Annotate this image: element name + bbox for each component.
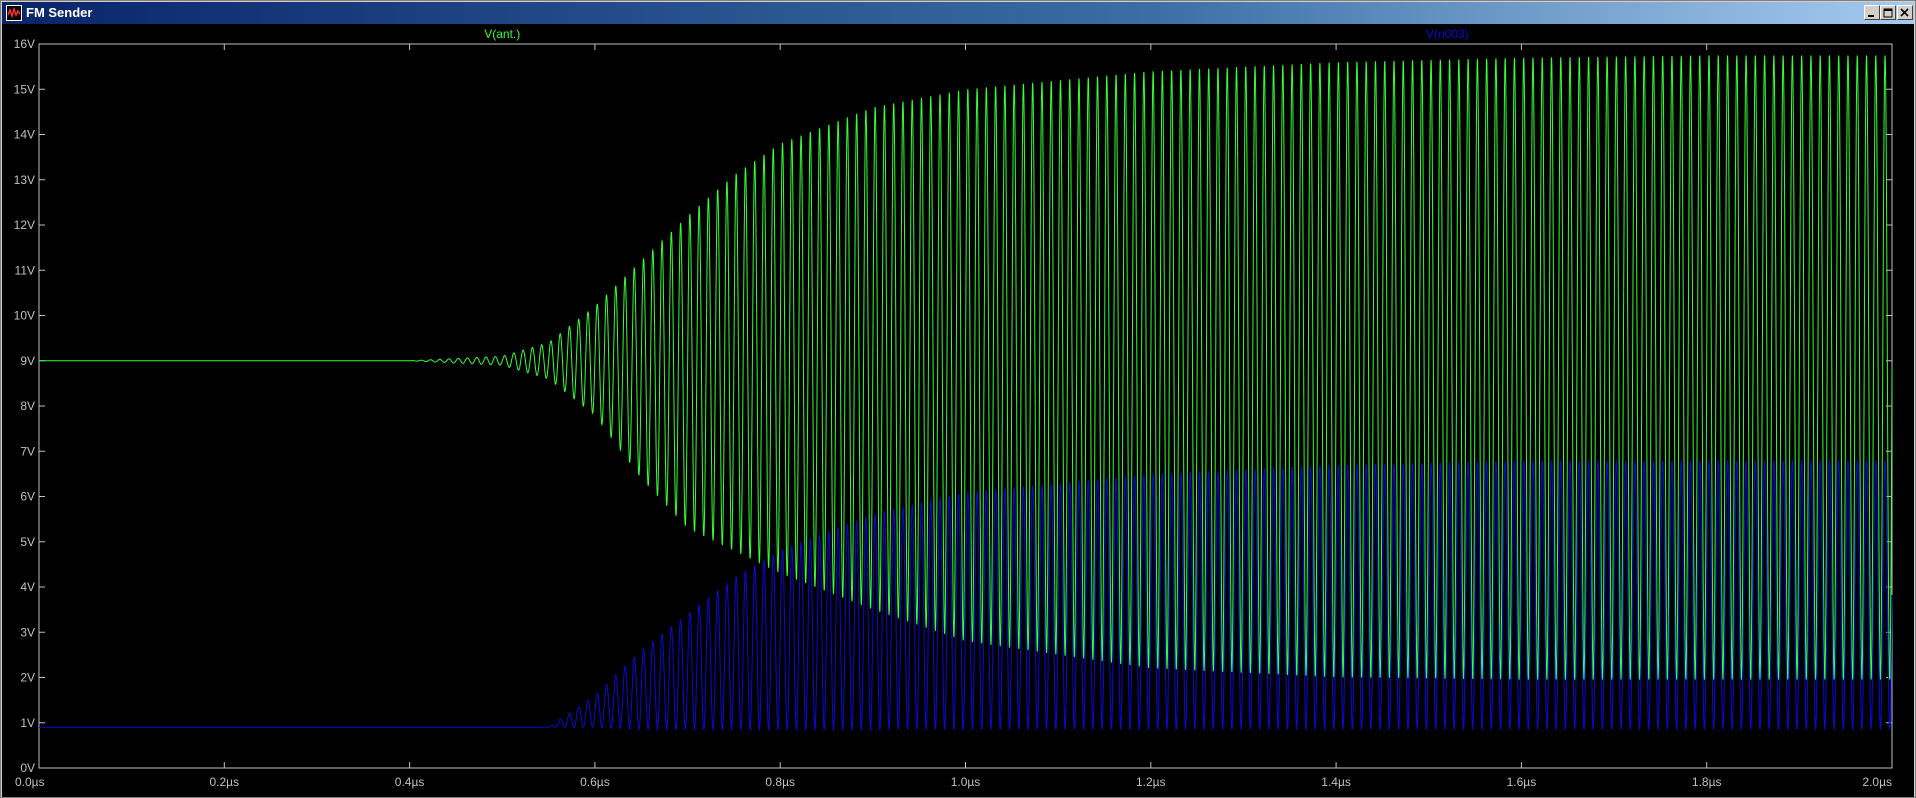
y-tick-label: 13V xyxy=(14,173,35,187)
x-tick-label: 0.8µs xyxy=(765,775,795,789)
y-tick-label: 5V xyxy=(20,535,35,549)
app-window: FM Sender 0V 1V 2V 3V 4V 5V 6V 7V 8V 9V 10V 11V 12V 1… xyxy=(0,0,1916,798)
waveform-app-icon xyxy=(6,5,22,21)
y-tick-label: 8V xyxy=(20,399,35,413)
x-tick-label: 1.4µs xyxy=(1321,775,1351,789)
x-tick-label: 0.0µs xyxy=(15,775,45,789)
close-icon xyxy=(1900,8,1909,17)
y-tick-label: 12V xyxy=(14,218,35,232)
x-tick-label: 1.2µs xyxy=(1136,775,1166,789)
x-tick-label: 2.0µs xyxy=(1862,775,1892,789)
x-tick-label: 1.0µs xyxy=(951,775,981,789)
minimize-icon xyxy=(1868,15,1874,17)
maximize-icon xyxy=(1883,8,1893,18)
waveform-plot-pane[interactable]: 0V 1V 2V 3V 4V 5V 6V 7V 8V 9V 10V 11V 12V 13V 14V 15V 16… xyxy=(2,24,1914,797)
y-tick-label: 0V xyxy=(20,761,35,775)
y-tick-label: 16V xyxy=(14,37,35,51)
minimize-button[interactable] xyxy=(1864,5,1880,20)
y-tick-label: 3V xyxy=(20,625,35,639)
y-tick-label: 9V xyxy=(20,354,35,368)
close-button[interactable] xyxy=(1897,5,1913,20)
y-tick-label: 10V xyxy=(14,309,35,323)
trace-label: V(ant.) xyxy=(484,27,520,41)
x-tick-label: 1.6µs xyxy=(1507,775,1537,789)
y-tick-label: 4V xyxy=(20,580,35,594)
y-tick-label: 14V xyxy=(14,128,35,142)
window-title: FM Sender xyxy=(26,5,93,20)
x-tick-label: 0.4µs xyxy=(395,775,425,789)
trace-label: V(n003) xyxy=(1426,27,1469,41)
y-tick-label: 2V xyxy=(20,671,35,685)
y-tick-label: 6V xyxy=(20,490,35,504)
y-tick-label: 15V xyxy=(14,82,35,96)
y-tick-label: 7V xyxy=(20,444,35,458)
maximize-button[interactable] xyxy=(1880,5,1896,20)
trace-1 xyxy=(39,460,1893,732)
waveform-chart[interactable]: 0V 1V 2V 3V 4V 5V 6V 7V 8V 9V 10V 11V 12V 13V 14V 15V 16… xyxy=(2,24,1914,797)
x-tick-label: 0.2µs xyxy=(209,775,239,789)
y-tick-label: 1V xyxy=(20,716,35,730)
title-bar[interactable]: FM Sender xyxy=(2,2,1914,24)
x-tick-label: 1.8µs xyxy=(1692,775,1722,789)
y-tick-label: 11V xyxy=(15,263,35,277)
x-tick-label: 0.6µs xyxy=(580,775,610,789)
